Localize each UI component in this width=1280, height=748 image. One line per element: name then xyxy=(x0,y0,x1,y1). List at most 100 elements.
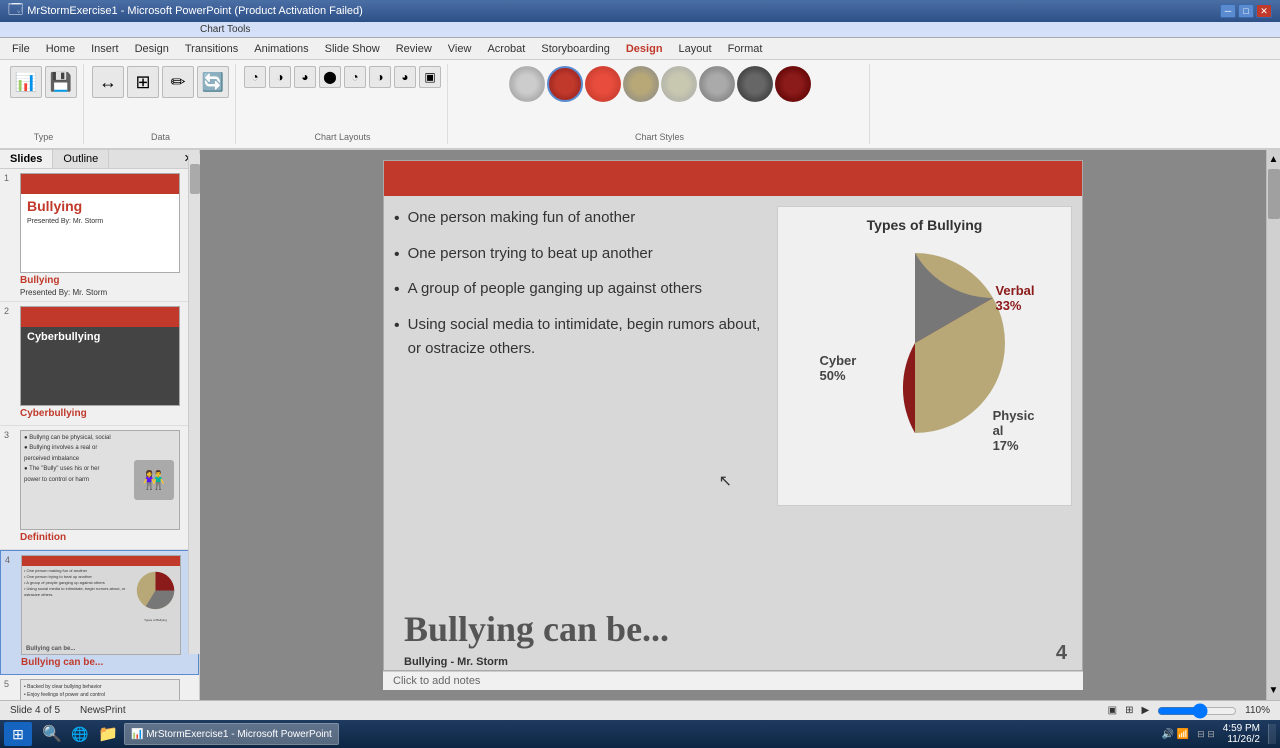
menu-review[interactable]: Review xyxy=(388,41,440,57)
change-chart-type-button[interactable]: 📊 xyxy=(10,66,42,98)
maximize-button[interactable]: □ xyxy=(1238,4,1254,18)
taskbar-powerpoint[interactable]: 📊 MrStormExercise1 - Microsoft PowerPoin… xyxy=(124,723,339,745)
slide-5-content: • Backed by clear bullying behavior • En… xyxy=(20,679,195,700)
bullet-dot-4: • xyxy=(394,313,400,339)
slide-item-4[interactable]: 4 • One person making fun of another • O… xyxy=(0,550,199,675)
menu-charttools-layout[interactable]: Layout xyxy=(671,41,720,57)
ribbon: 📊 💾 Type ↔ ⊞ ✏ 🔄 Data ◔ ◑ ◕ ⬤ ◔ ◑ ◕ ▣ Ch… xyxy=(0,60,1280,150)
taskbar-search[interactable]: 🔍 xyxy=(40,722,64,746)
chart-style-4[interactable] xyxy=(623,66,659,102)
chart-style-5[interactable] xyxy=(661,66,697,102)
menu-slideshow[interactable]: Slide Show xyxy=(317,41,388,57)
slide-content: • One person making fun of another • One… xyxy=(384,196,1082,610)
right-scrollbar[interactable]: ▲ ▼ xyxy=(1266,150,1280,700)
menu-animations[interactable]: Animations xyxy=(246,41,316,57)
slide-2-content: Cyberbullying Cyberbullying xyxy=(20,306,195,421)
outline-tab[interactable]: Outline xyxy=(53,150,109,168)
slide-number: 4 xyxy=(1056,642,1067,665)
pie-label-verbal: Verbal33% xyxy=(995,283,1034,313)
slide-num-1: 1 xyxy=(4,173,16,183)
slide-info: Slide 4 of 5 xyxy=(10,705,60,716)
start-button[interactable]: ⊞ xyxy=(4,722,32,746)
notes-bar[interactable]: Click to add notes xyxy=(383,671,1083,690)
chart-container[interactable]: Types of Bullying xyxy=(777,206,1072,506)
menu-charttools-format[interactable]: Format xyxy=(720,41,771,57)
taskbar-right: 🔊 📶 ⊟ ⊟ 4:59 PM 11/26/2 xyxy=(1161,723,1276,745)
bullet-dot-3: • xyxy=(394,277,400,303)
switch-row-column-button[interactable]: ↔ xyxy=(92,66,124,98)
quick-launch: 🔍 🌐 📁 xyxy=(40,722,120,746)
view-slideshow[interactable]: ▶ xyxy=(1141,705,1149,716)
menu-design[interactable]: Design xyxy=(127,41,177,57)
taskbar: ⊞ 🔍 🌐 📁 📊 MrStormExercise1 - Microsoft P… xyxy=(0,720,1280,748)
pie-label-physical: Physical17% xyxy=(993,408,1035,453)
ribbon-chart-layout-icons: ◔ ◑ ◕ ⬤ ◔ ◑ ◕ ▣ xyxy=(244,66,441,88)
menu-bar: File Home Insert Design Transitions Anim… xyxy=(0,38,1280,60)
left-scroll-thumb[interactable] xyxy=(190,164,200,194)
menu-home[interactable]: Home xyxy=(38,41,83,57)
chart-layout-5[interactable]: ◔ xyxy=(344,66,366,88)
taskbar-time: 4:59 PM 11/26/2 xyxy=(1223,723,1260,745)
chart-style-2[interactable] xyxy=(547,66,583,102)
taskbar-icons-tray: 🔊 📶 xyxy=(1161,729,1189,740)
refresh-data-button[interactable]: 🔄 xyxy=(197,66,229,98)
zoom-slider[interactable] xyxy=(1157,703,1237,719)
chart-layout-7[interactable]: ◕ xyxy=(394,66,416,88)
scroll-thumb[interactable] xyxy=(1268,169,1280,219)
chart-layout-4[interactable]: ⬤ xyxy=(319,66,341,88)
chart-layout-6[interactable]: ◑ xyxy=(369,66,391,88)
slide-item-5[interactable]: 5 • Backed by clear bullying behavior • … xyxy=(0,675,199,700)
slide-item-2[interactable]: 2 Cyberbullying Cyberbullying xyxy=(0,302,199,426)
chart-layout-8[interactable]: ▣ xyxy=(419,66,441,88)
ribbon-data-label: Data xyxy=(151,130,170,142)
scroll-up-arrow[interactable]: ▲ xyxy=(1269,154,1279,165)
chart-layout-1[interactable]: ◔ xyxy=(244,66,266,88)
slide-thumb-1: Bullying Presented By: Mr. Storm xyxy=(20,173,180,273)
slide-bullet-4: • Using social media to intimidate, begi… xyxy=(394,313,767,361)
slide-3-content: ● Bullyng can be physical, social ● Bull… xyxy=(20,430,195,545)
select-data-button[interactable]: ⊞ xyxy=(127,66,159,98)
taskbar-ie[interactable]: 🌐 xyxy=(68,722,92,746)
slide-author: Bullying - Mr. Storm xyxy=(384,654,1082,670)
taskbar-explorer[interactable]: 📁 xyxy=(96,722,120,746)
edit-data-button[interactable]: ✏ xyxy=(162,66,194,98)
ribbon-group-chart-styles: Chart Styles xyxy=(450,64,870,144)
close-button[interactable]: ✕ xyxy=(1256,4,1272,18)
minimize-button[interactable]: ─ xyxy=(1220,4,1236,18)
chart-style-1[interactable] xyxy=(509,66,545,102)
save-as-template-button[interactable]: 💾 xyxy=(45,66,77,98)
menu-storyboarding[interactable]: Storyboarding xyxy=(533,41,618,57)
slide-main-title: Bullying can be... xyxy=(384,608,1082,650)
menu-view[interactable]: View xyxy=(440,41,480,57)
chart-style-3[interactable] xyxy=(585,66,621,102)
chart-layout-3[interactable]: ◕ xyxy=(294,66,316,88)
view-normal[interactable]: ▣ xyxy=(1108,705,1117,716)
slides-tab[interactable]: Slides xyxy=(0,150,53,168)
chart-style-7[interactable] xyxy=(737,66,773,102)
slide-label-3: Definition xyxy=(20,530,195,545)
slide-bullet-3: • A group of people ganging up against o… xyxy=(394,277,767,303)
bullet-dot-1: • xyxy=(394,206,400,232)
menu-file[interactable]: File xyxy=(4,41,38,57)
show-desktop-button[interactable] xyxy=(1268,724,1276,744)
chart-style-8[interactable] xyxy=(775,66,811,102)
ribbon-group-chart-layouts: ◔ ◑ ◕ ⬤ ◔ ◑ ◕ ▣ Chart Layouts xyxy=(238,64,448,144)
title-bar-controls: ─ □ ✕ xyxy=(1220,4,1272,18)
view-reading[interactable]: ⊞ xyxy=(1125,705,1133,716)
menu-insert[interactable]: Insert xyxy=(83,41,127,57)
slide-3-text: ● Bullyng can be physical, social ● Bull… xyxy=(21,431,129,529)
slide-4-chart-mini: Types of Bullying xyxy=(133,568,178,638)
slide-item-1[interactable]: 1 Bullying Presented By: Mr. Storm Bully… xyxy=(0,169,199,302)
main-slide-area[interactable]: • One person making fun of another • One… xyxy=(200,150,1266,700)
notes-placeholder[interactable]: Click to add notes xyxy=(393,675,480,687)
left-scrollbar[interactable] xyxy=(188,154,200,654)
chart-style-swatches xyxy=(509,66,811,102)
slide-thumb-3: ● Bullyng can be physical, social ● Bull… xyxy=(20,430,180,530)
chart-style-6[interactable] xyxy=(699,66,735,102)
menu-transitions[interactable]: Transitions xyxy=(177,41,246,57)
menu-charttools-design[interactable]: Design xyxy=(618,41,671,57)
menu-acrobat[interactable]: Acrobat xyxy=(479,41,533,57)
slide-item-3[interactable]: 3 ● Bullyng can be physical, social ● Bu… xyxy=(0,426,199,550)
scroll-down-arrow[interactable]: ▼ xyxy=(1269,685,1279,696)
chart-layout-2[interactable]: ◑ xyxy=(269,66,291,88)
